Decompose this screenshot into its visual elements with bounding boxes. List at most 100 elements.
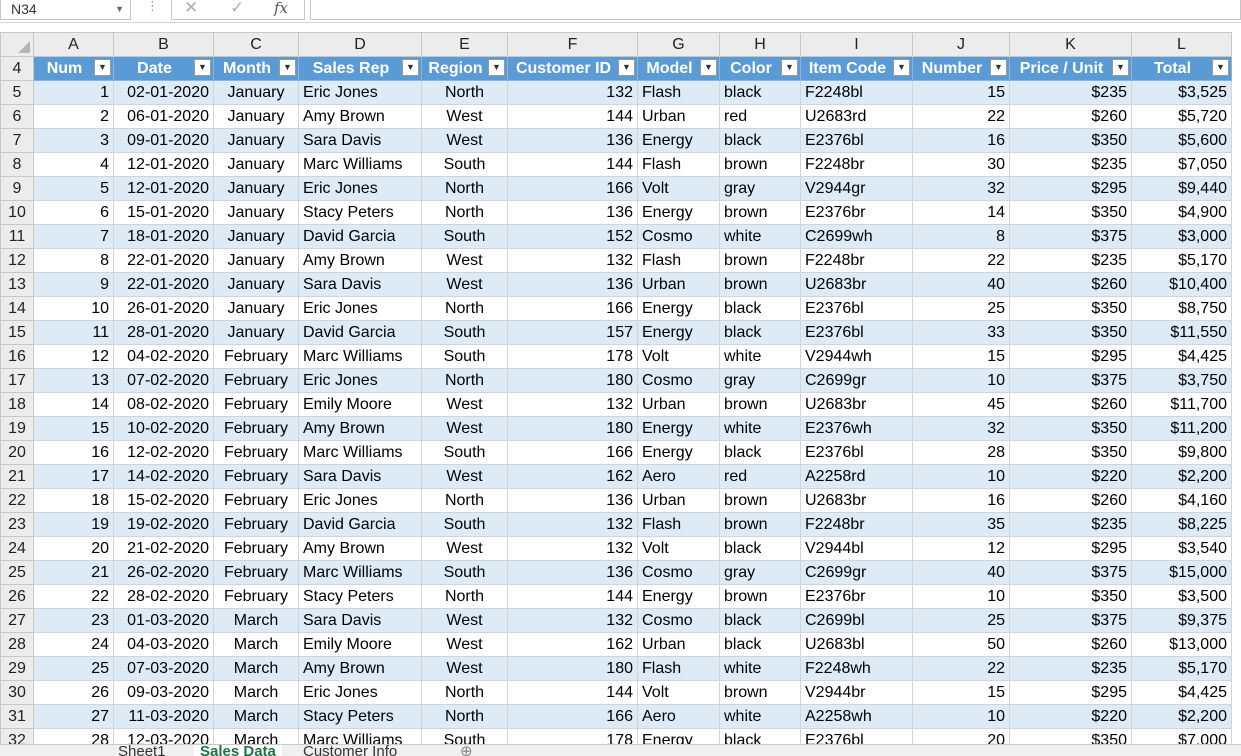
- cell-rep[interactable]: Emily Moore: [298, 392, 422, 417]
- cell-date[interactable]: 22-01-2020: [113, 248, 214, 273]
- cell-color[interactable]: white: [719, 224, 801, 249]
- cell-total[interactable]: $3,500: [1131, 584, 1232, 609]
- cell-color[interactable]: brown: [719, 272, 801, 297]
- cell-color[interactable]: gray: [719, 368, 801, 393]
- column-header-cell[interactable]: Number ▼: [912, 56, 1010, 81]
- cell-color[interactable]: black: [719, 608, 801, 633]
- cell-month[interactable]: March: [213, 632, 299, 657]
- cell-rep[interactable]: Eric Jones: [298, 80, 422, 105]
- cell-region[interactable]: South: [421, 512, 508, 537]
- cell-month[interactable]: February: [213, 368, 299, 393]
- select-all-corner[interactable]: [0, 32, 34, 57]
- cell-cust[interactable]: 132: [507, 80, 638, 105]
- cell-code[interactable]: E2376bl: [800, 128, 913, 153]
- cell-qty[interactable]: 22: [912, 248, 1010, 273]
- cell-cust[interactable]: 166: [507, 176, 638, 201]
- tab-customer-info[interactable]: Customer Info: [303, 745, 397, 756]
- cell-qty[interactable]: 15: [912, 80, 1010, 105]
- cell-cust[interactable]: 166: [507, 296, 638, 321]
- cell-total[interactable]: $4,900: [1131, 200, 1232, 225]
- cell-date[interactable]: 11-03-2020: [113, 704, 214, 729]
- column-header-cell[interactable]: Total ▼: [1131, 56, 1232, 81]
- cell-date[interactable]: 09-03-2020: [113, 680, 214, 705]
- cell-model[interactable]: Volt: [637, 680, 720, 705]
- cell-rep[interactable]: Eric Jones: [298, 368, 422, 393]
- cell-rep[interactable]: David Garcia: [298, 320, 422, 345]
- cell-qty[interactable]: 32: [912, 416, 1010, 441]
- row-number[interactable]: 9: [0, 176, 34, 201]
- cell-month[interactable]: January: [213, 80, 299, 105]
- cell-price[interactable]: $375: [1009, 608, 1132, 633]
- chevron-down-icon[interactable]: ▼: [115, 0, 124, 21]
- column-letter-10[interactable]: K: [1009, 32, 1132, 57]
- cell-total[interactable]: $9,440: [1131, 176, 1232, 201]
- cell-date[interactable]: 10-02-2020: [113, 416, 214, 441]
- cell-model[interactable]: Cosmo: [637, 224, 720, 249]
- cell-color[interactable]: gray: [719, 560, 801, 585]
- cell-num[interactable]: 6: [33, 200, 114, 225]
- cell-model[interactable]: Urban: [637, 488, 720, 513]
- cell-date[interactable]: 14-02-2020: [113, 464, 214, 489]
- cell-rep[interactable]: Amy Brown: [298, 248, 422, 273]
- cell-month[interactable]: January: [213, 224, 299, 249]
- cell-total[interactable]: $9,375: [1131, 608, 1232, 633]
- cell-code[interactable]: V2944gr: [800, 176, 913, 201]
- cell-code[interactable]: A2258rd: [800, 464, 913, 489]
- cell-model[interactable]: Cosmo: [637, 368, 720, 393]
- cell-qty[interactable]: 40: [912, 560, 1010, 585]
- cell-color[interactable]: white: [719, 704, 801, 729]
- cell-model[interactable]: Urban: [637, 392, 720, 417]
- row-number[interactable]: 11: [0, 224, 34, 249]
- cell-month[interactable]: March: [213, 656, 299, 681]
- cell-price[interactable]: $260: [1009, 488, 1132, 513]
- filter-dropdown-icon[interactable]: ▼: [402, 59, 419, 76]
- cell-qty[interactable]: 10: [912, 584, 1010, 609]
- cell-num[interactable]: 3: [33, 128, 114, 153]
- cell-code[interactable]: E2376wh: [800, 416, 913, 441]
- cell-cust[interactable]: 132: [507, 392, 638, 417]
- cell-color[interactable]: brown: [719, 488, 801, 513]
- row-number[interactable]: 28: [0, 632, 34, 657]
- cell-price[interactable]: $220: [1009, 704, 1132, 729]
- cell-cust[interactable]: 144: [507, 680, 638, 705]
- cell-num[interactable]: 8: [33, 248, 114, 273]
- cell-price[interactable]: $375: [1009, 560, 1132, 585]
- cell-num[interactable]: 1: [33, 80, 114, 105]
- cell-qty[interactable]: 8: [912, 224, 1010, 249]
- row-number[interactable]: 13: [0, 272, 34, 297]
- cell-color[interactable]: black: [719, 536, 801, 561]
- cell-total[interactable]: $5,600: [1131, 128, 1232, 153]
- cell-date[interactable]: 15-02-2020: [113, 488, 214, 513]
- cell-date[interactable]: 07-03-2020: [113, 656, 214, 681]
- row-number[interactable]: 25: [0, 560, 34, 585]
- cell-price[interactable]: $235: [1009, 656, 1132, 681]
- cell-rep[interactable]: Marc Williams: [298, 152, 422, 177]
- cell-model[interactable]: Volt: [637, 176, 720, 201]
- row-number[interactable]: 21: [0, 464, 34, 489]
- cell-total[interactable]: $4,160: [1131, 488, 1232, 513]
- cell-month[interactable]: January: [213, 248, 299, 273]
- cell-color[interactable]: black: [719, 80, 801, 105]
- cell-rep[interactable]: Marc Williams: [298, 560, 422, 585]
- cell-month[interactable]: January: [213, 128, 299, 153]
- cell-qty[interactable]: 14: [912, 200, 1010, 225]
- cell-month[interactable]: February: [213, 416, 299, 441]
- cell-num[interactable]: 19: [33, 512, 114, 537]
- cell-num[interactable]: 21: [33, 560, 114, 585]
- cell-date[interactable]: 18-01-2020: [113, 224, 214, 249]
- filter-dropdown-icon[interactable]: ▼: [1112, 59, 1129, 76]
- cell-region[interactable]: West: [421, 248, 508, 273]
- cell-region[interactable]: West: [421, 272, 508, 297]
- cell-model[interactable]: Energy: [637, 416, 720, 441]
- cell-qty[interactable]: 32: [912, 176, 1010, 201]
- cell-price[interactable]: $235: [1009, 152, 1132, 177]
- cell-date[interactable]: 22-01-2020: [113, 272, 214, 297]
- cell-rep[interactable]: Stacy Peters: [298, 584, 422, 609]
- cell-date[interactable]: 07-02-2020: [113, 368, 214, 393]
- cell-month[interactable]: February: [213, 464, 299, 489]
- cell-date[interactable]: 26-01-2020: [113, 296, 214, 321]
- cell-num[interactable]: 16: [33, 440, 114, 465]
- cell-region[interactable]: North: [421, 200, 508, 225]
- cell-total[interactable]: $2,200: [1131, 464, 1232, 489]
- cell-rep[interactable]: Stacy Peters: [298, 200, 422, 225]
